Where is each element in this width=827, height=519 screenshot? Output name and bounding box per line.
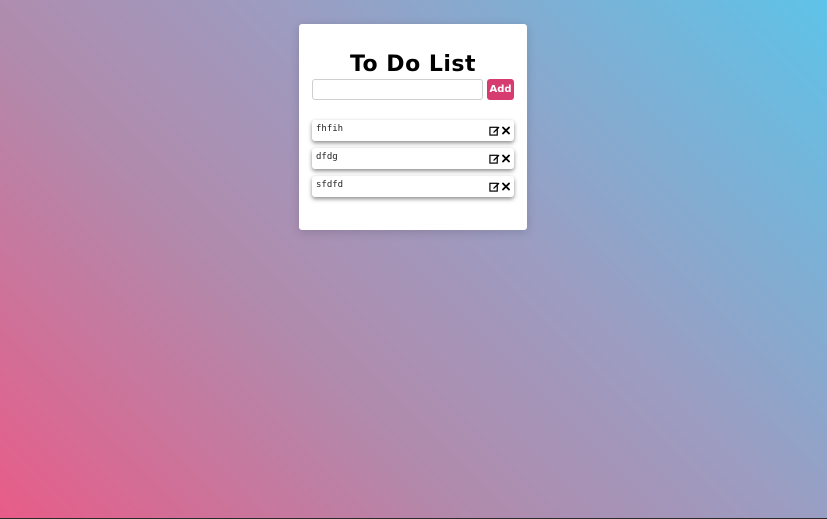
close-icon[interactable] (501, 125, 511, 136)
list-item: dfdg (312, 148, 514, 169)
close-icon[interactable] (501, 153, 511, 164)
list-item: fhfih (312, 120, 514, 141)
todo-text: fhfih (316, 124, 344, 134)
add-button[interactable]: Add (487, 79, 514, 100)
task-input[interactable] (312, 79, 483, 100)
page-title: To Do List (349, 52, 477, 77)
todo-card: To Do List Add fhfih dfdg sfdfd (299, 24, 527, 230)
add-task-form: Add (312, 79, 514, 100)
edit-icon[interactable] (489, 181, 500, 192)
edit-icon[interactable] (489, 125, 500, 136)
edit-icon[interactable] (489, 153, 500, 164)
list-item: sfdfd (312, 176, 514, 197)
todo-text: sfdfd (316, 180, 344, 190)
todo-text: dfdg (316, 152, 338, 162)
close-icon[interactable] (501, 181, 511, 192)
todo-list: fhfih dfdg sfdfd (312, 120, 514, 204)
